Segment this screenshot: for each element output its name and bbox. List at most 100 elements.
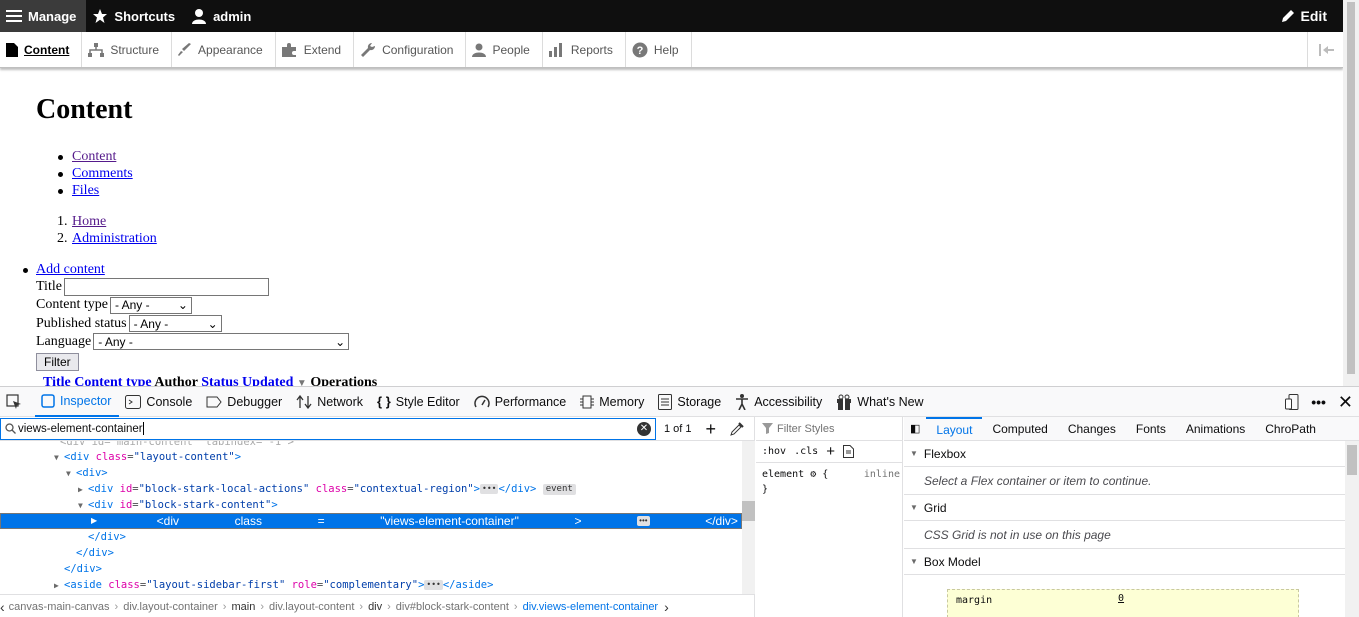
crumb-item[interactable]: div.layout-content (269, 601, 354, 613)
tab-changes[interactable]: Changes (1058, 417, 1126, 441)
eyedropper-icon[interactable] (730, 421, 744, 436)
tray-collapse-button[interactable] (1307, 32, 1343, 67)
ellipsis-badge[interactable]: ••• (637, 516, 650, 526)
tray-item-people[interactable]: People (466, 32, 543, 67)
element-picker-button[interactable] (0, 387, 35, 417)
tray-item-structure[interactable]: Structure (82, 32, 173, 67)
tree-row[interactable]: </div> (0, 561, 742, 577)
add-rule-icon[interactable]: + (826, 443, 835, 460)
tree-row[interactable]: </div> (0, 545, 742, 561)
tree-row[interactable]: ▼ <div id="block-stark-content"> (0, 497, 742, 513)
sidebar-toggle-icon[interactable]: ◧ (904, 422, 926, 435)
box-model-margin: margin 0 (947, 589, 1299, 617)
tab-network[interactable]: Network (290, 387, 371, 417)
collapsed-twisty-icon[interactable]: ▶ (91, 513, 101, 529)
tab-layout[interactable]: Layout (926, 416, 983, 441)
content-type-select[interactable]: - Any - ⌄ (109, 296, 192, 314)
crumb-item[interactable]: div (368, 601, 382, 613)
breadcrumb-link-home[interactable]: Home (72, 214, 106, 229)
tab-inspector[interactable]: Inspector (35, 387, 120, 417)
tab-performance[interactable]: Performance (468, 387, 575, 417)
chevron-left-icon[interactable]: ‹ (0, 599, 5, 615)
crumb-item[interactable]: div#block-stark-content (396, 601, 509, 613)
expanded-twisty-icon[interactable]: ▼ (54, 450, 64, 466)
more-options-icon[interactable]: ••• (1311, 394, 1326, 410)
hov-toggle[interactable]: :hov (762, 446, 786, 457)
expanded-twisty-icon[interactable]: ▼ (78, 498, 88, 514)
tab-console[interactable]: Console (119, 387, 200, 417)
shortcuts-button[interactable]: Shortcuts (86, 0, 185, 32)
col-updated[interactable]: Updated (242, 375, 293, 386)
tab-fonts[interactable]: Fonts (1126, 417, 1176, 441)
tree-row-selected[interactable]: ▶ <div class = "views-element-container" > ••… (0, 513, 742, 529)
tree-row[interactable]: ▼ <div> (0, 465, 742, 481)
language-select[interactable]: - Any - ⌄ (93, 333, 350, 351)
tray-item-appearance[interactable]: Appearance (172, 32, 276, 67)
tree-row[interactable]: </div> (0, 529, 742, 545)
tray-item-extend[interactable]: Extend (276, 32, 355, 67)
flexbox-header[interactable]: ▼ Flexbox (904, 441, 1359, 467)
user-button[interactable]: admin (185, 0, 261, 32)
tab-memory[interactable]: Memory (574, 387, 652, 417)
title-input[interactable] (63, 278, 269, 296)
side-scrollbar[interactable] (1345, 441, 1359, 617)
filter-styles-input[interactable]: Filter Styles (756, 417, 902, 441)
grid-header[interactable]: ▼ Grid (904, 495, 1359, 521)
tree-row[interactable]: ▶ <div id="block-stark-local-actions" cla… (0, 481, 742, 497)
tree-row[interactable]: ▶ <aside class="layout-sidebar-first" rol… (0, 577, 742, 593)
filter-button[interactable]: Filter (36, 353, 79, 371)
markup-scrollbar[interactable] (742, 441, 755, 594)
col-operations: Operations (310, 375, 378, 386)
close-icon[interactable]: ✕ (1338, 393, 1353, 411)
crumb-item[interactable]: canvas-main-canvas (9, 601, 110, 613)
chevron-right-icon[interactable]: › (664, 599, 669, 615)
crumb-item[interactable]: main (231, 601, 255, 613)
tab-animations[interactable]: Animations (1176, 417, 1255, 441)
brush-icon (178, 42, 192, 56)
col-content-type[interactable]: Content type (74, 375, 151, 386)
tab-whats-new[interactable]: What's New (830, 387, 931, 417)
tab-style-editor[interactable]: { } Style Editor (371, 387, 468, 417)
breadcrumb-link-administration[interactable]: Administration (72, 231, 157, 246)
crumb-item[interactable]: div.layout-container (123, 601, 218, 613)
page-scrollbar[interactable] (1343, 0, 1359, 386)
tab-link-comments[interactable]: Comments (72, 166, 133, 181)
search-input[interactable]: views-element-container ✕ (0, 417, 656, 440)
tab-link-files[interactable]: Files (72, 183, 99, 198)
tray-item-configuration[interactable]: Configuration (354, 32, 467, 67)
tray-item-reports[interactable]: Reports (543, 32, 626, 67)
print-media-icon[interactable] (842, 445, 854, 458)
clear-search-icon[interactable]: ✕ (637, 421, 651, 436)
tab-debugger[interactable]: Debugger (200, 387, 290, 417)
side-scrollbar-thumb[interactable] (1347, 445, 1357, 475)
collapsed-twisty-icon[interactable]: ▶ (78, 482, 88, 498)
cls-toggle[interactable]: .cls (794, 446, 818, 457)
page-scrollbar-thumb[interactable] (1347, 2, 1355, 374)
gear-icon[interactable]: ⚙ (810, 469, 816, 480)
tab-chropath[interactable]: ChroPath (1255, 417, 1326, 441)
col-title[interactable]: Title (43, 375, 71, 386)
tab-storage[interactable]: Storage (652, 387, 729, 417)
edit-button[interactable]: Edit (1275, 0, 1343, 32)
box-model-header[interactable]: ▼ Box Model (904, 549, 1359, 575)
add-node-icon[interactable]: + (706, 420, 717, 438)
tab-link-content[interactable]: Content (72, 149, 116, 164)
crumb-item-current[interactable]: div.views-element-container (523, 601, 659, 613)
tree-row[interactable]: ▼ <div class="layout-content"> (0, 449, 742, 465)
ellipsis-badge[interactable]: ••• (480, 484, 499, 494)
tab-accessibility[interactable]: Accessibility (729, 387, 830, 417)
expanded-twisty-icon[interactable]: ▼ (66, 466, 76, 482)
add-content-link[interactable]: Add content (36, 262, 105, 277)
col-status[interactable]: Status (201, 375, 238, 386)
status-select[interactable]: - Any - ⌄ (128, 315, 222, 333)
manage-button[interactable]: Manage (0, 0, 87, 32)
event-badge[interactable]: event (542, 483, 576, 495)
responsive-icon[interactable] (1285, 393, 1299, 410)
ellipsis-badge[interactable]: ••• (424, 580, 443, 590)
tab-computed[interactable]: Computed (982, 417, 1057, 441)
tray-item-help[interactable]: ? Help (626, 32, 692, 67)
markup-scrollbar-thumb[interactable] (742, 501, 755, 521)
margin-value[interactable]: 0 (1118, 593, 1124, 604)
tray-item-content[interactable]: Content (0, 32, 83, 67)
collapsed-twisty-icon[interactable]: ▶ (54, 578, 64, 594)
